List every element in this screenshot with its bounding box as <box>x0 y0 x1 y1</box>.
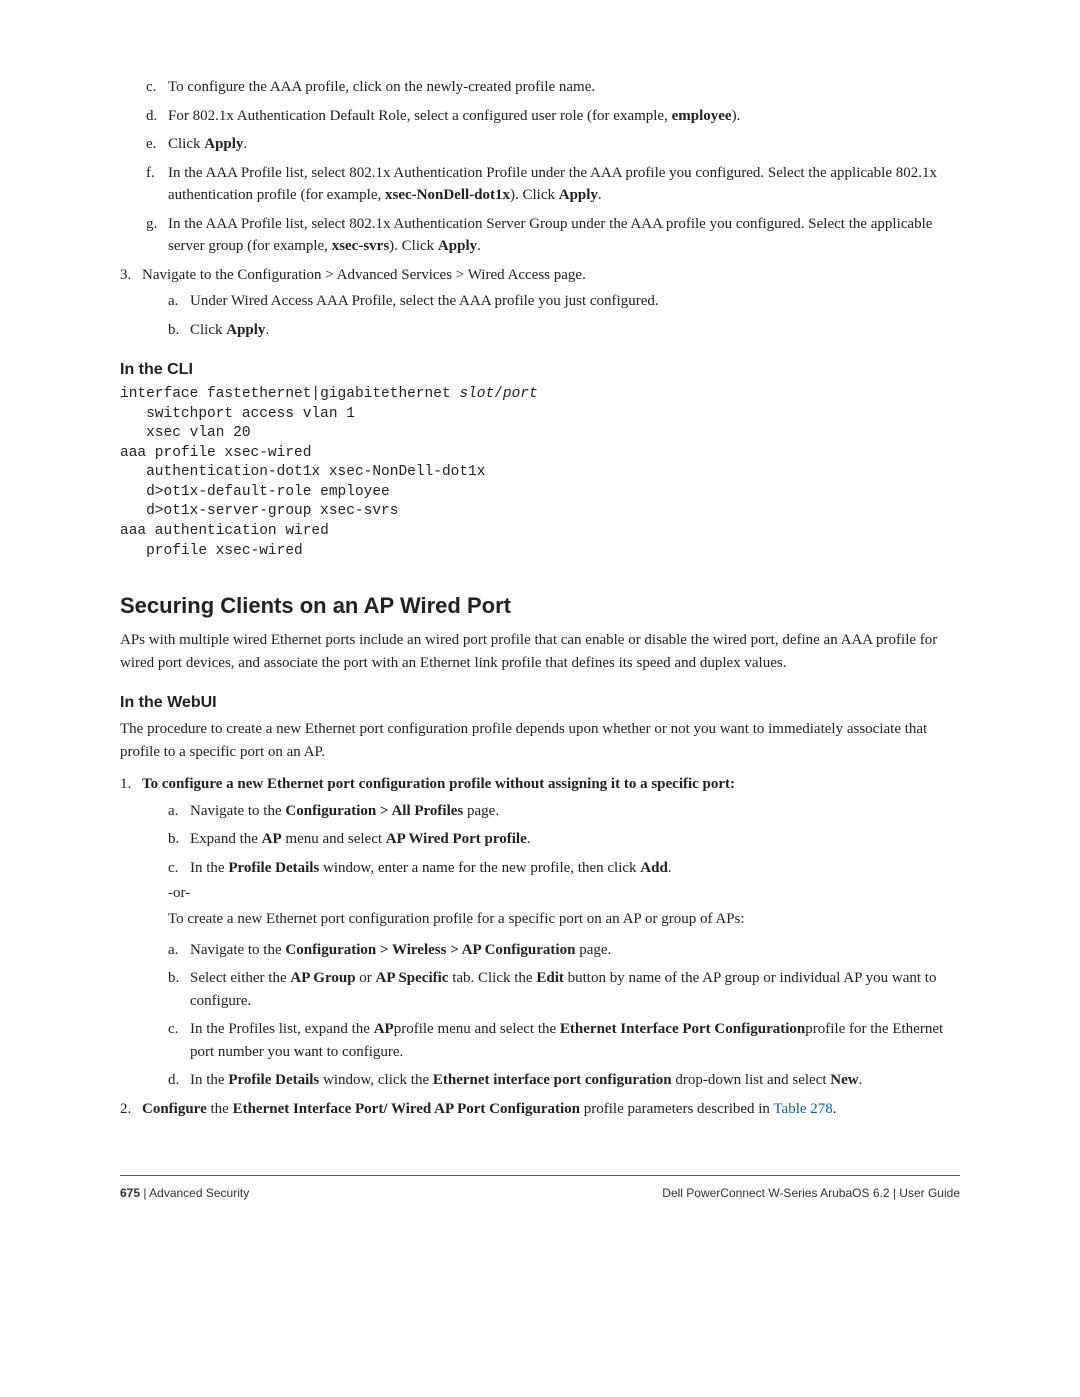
outer-list-3: 3. Navigate to the Configuration > Advan… <box>120 264 960 342</box>
sub-item-f: f. In the AAA Profile list, select 802.1… <box>146 162 960 207</box>
product-name: Dell PowerConnect W-Series ArubaOS 6.2 <box>662 1186 889 1200</box>
sub-item-g: g. In the AAA Profile list, select 802.1… <box>146 213 960 258</box>
footer-left: 675 | Advanced Security <box>120 1186 249 1200</box>
section-name: Advanced Security <box>149 1186 249 1200</box>
sublist-cg: c.To configure the AAA profile, click on… <box>120 76 960 258</box>
text: Navigate to the Configuration > Advanced… <box>142 267 586 283</box>
step1-b: b. Expand the AP menu and select AP Wire… <box>168 828 960 851</box>
text: Click Apply. <box>190 322 269 338</box>
text: In the Profiles list, expand the APprofi… <box>190 1021 943 1060</box>
text: Select either the AP Group or AP Specifi… <box>190 970 936 1009</box>
text: Configure the Ethernet Interface Port/ W… <box>142 1101 837 1117</box>
step1-lead: To configure a new Ethernet port configu… <box>142 776 735 792</box>
alt-d: d. In the Profile Details window, click … <box>168 1069 960 1092</box>
text: Navigate to the Configuration > Wireless… <box>190 942 611 958</box>
step3-sub: a.Under Wired Access AAA Profile, select… <box>142 290 960 341</box>
alt-c: c. In the Profiles list, expand the APpr… <box>168 1018 960 1063</box>
text: To configure the AAA profile, click on t… <box>168 79 595 95</box>
alt-a: a. Navigate to the Configuration > Wirel… <box>168 939 960 962</box>
step3-b: b. Click Apply. <box>168 319 960 342</box>
webui-step-2: 2. Configure the Ethernet Interface Port… <box>120 1098 960 1121</box>
footer-right: Dell PowerConnect W-Series ArubaOS 6.2 |… <box>662 1186 960 1200</box>
step1-sub: a. Navigate to the Configuration > All P… <box>142 800 960 880</box>
heading-securing: Securing Clients on an AP Wired Port <box>120 593 960 619</box>
webui-step-1: 1. To configure a new Ethernet port conf… <box>120 773 960 879</box>
text: In the AAA Profile list, select 802.1x A… <box>168 165 937 204</box>
text: Under Wired Access AAA Profile, select t… <box>190 293 659 309</box>
alt-intro: To create a new Ethernet port configurat… <box>168 908 960 931</box>
page-content: c.To configure the AAA profile, click on… <box>120 72 960 1126</box>
step1-c: c. In the Profile Details window, enter … <box>168 857 960 880</box>
text: In the Profile Details window, click the… <box>190 1072 862 1088</box>
alt-sub: a. Navigate to the Configuration > Wirel… <box>120 939 960 1092</box>
step-3: 3. Navigate to the Configuration > Advan… <box>120 264 960 342</box>
footer-rule <box>120 1175 960 1176</box>
text: Click Apply. <box>168 136 247 152</box>
heading-webui: In the WebUI <box>120 694 960 712</box>
page-number: 675 <box>120 1186 140 1200</box>
text: For 802.1x Authentication Default Role, … <box>168 108 740 124</box>
page-footer: 675 | Advanced Security Dell PowerConnec… <box>120 1175 960 1200</box>
table-278-link[interactable]: Table 278 <box>773 1101 832 1117</box>
webui-para: The procedure to create a new Ethernet p… <box>120 718 960 763</box>
doc-type: User Guide <box>899 1186 960 1200</box>
webui-steps: 1. To configure a new Ethernet port conf… <box>120 773 960 879</box>
sub-item-e: e. Click Apply. <box>146 133 960 156</box>
sub-item-c: c.To configure the AAA profile, click on… <box>146 76 960 99</box>
step1-a: a. Navigate to the Configuration > All P… <box>168 800 960 823</box>
text: In the Profile Details window, enter a n… <box>190 860 672 876</box>
webui-step2: 2. Configure the Ethernet Interface Port… <box>120 1098 960 1121</box>
text: Expand the AP menu and select AP Wired P… <box>190 831 531 847</box>
or-text: -or- <box>168 885 960 902</box>
text: In the AAA Profile list, select 802.1x A… <box>168 216 932 255</box>
sub-item-d: d. For 802.1x Authentication Default Rol… <box>146 105 960 128</box>
text: Navigate to the Configuration > All Prof… <box>190 803 499 819</box>
alt-b: b. Select either the AP Group or AP Spec… <box>168 967 960 1012</box>
step3-a: a.Under Wired Access AAA Profile, select… <box>168 290 960 313</box>
heading-cli: In the CLI <box>120 361 960 379</box>
cli-code-block: interface fastethernet|gigabitethernet s… <box>120 385 960 561</box>
securing-para: APs with multiple wired Ethernet ports i… <box>120 629 960 674</box>
